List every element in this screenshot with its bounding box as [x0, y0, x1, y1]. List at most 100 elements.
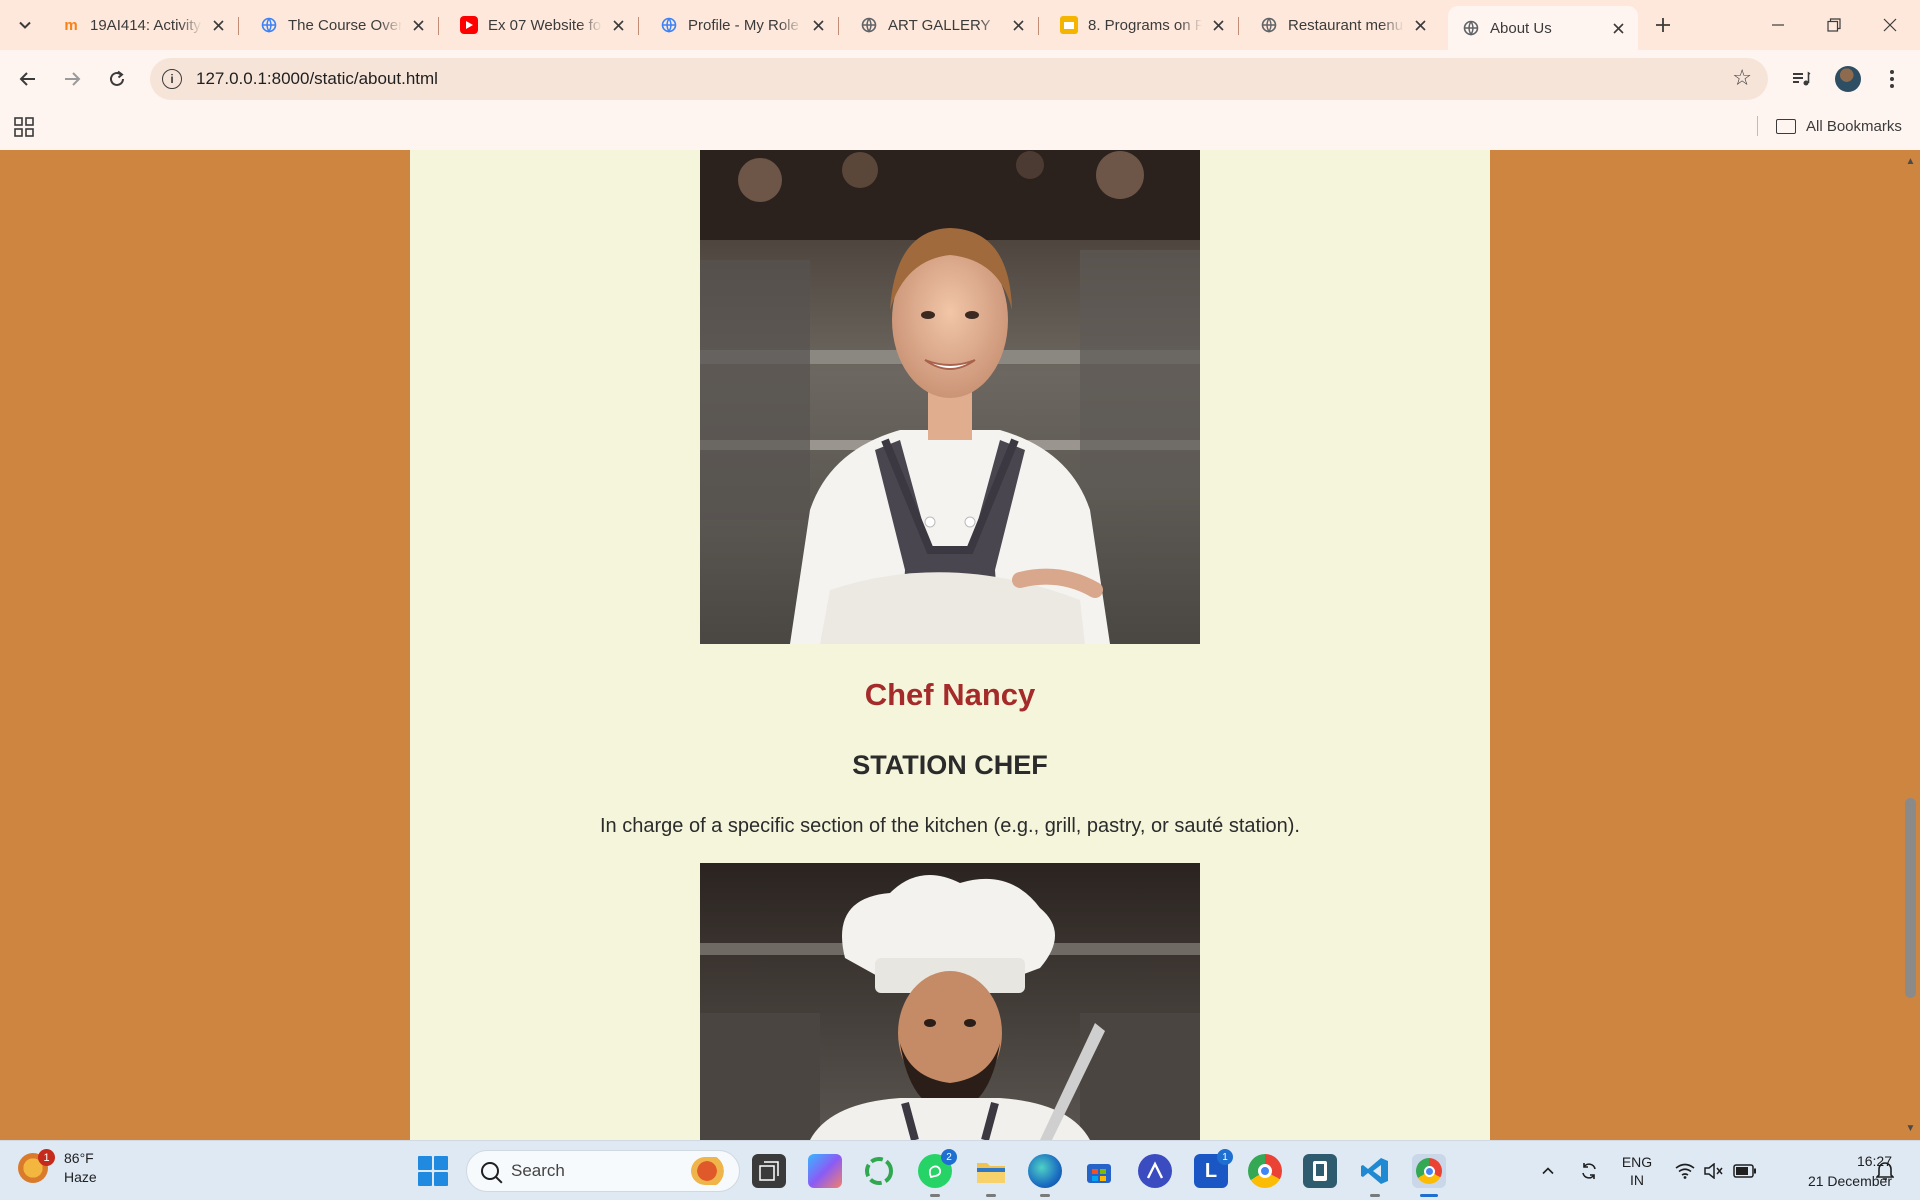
search-highlight-icon [691, 1157, 731, 1185]
scroll-up-icon[interactable]: ▲ [1905, 156, 1916, 167]
all-bookmarks-button[interactable]: All Bookmarks [1776, 114, 1902, 138]
profile-button[interactable] [1832, 63, 1864, 95]
whatsapp-badge: 2 [941, 1149, 957, 1165]
site-info-icon[interactable]: i [162, 69, 182, 89]
close-window-button[interactable] [1862, 0, 1918, 50]
running-indicator [1040, 1194, 1050, 1197]
chrome-active-icon[interactable] [1412, 1154, 1446, 1197]
browser-tab[interactable]: About Us [1448, 6, 1638, 50]
arrow-right-icon [65, 72, 81, 86]
back-button[interactable] [12, 63, 44, 95]
chef-nancy-photo [700, 150, 1200, 644]
browser-tab[interactable]: Ex 07 Website fo [446, 6, 639, 44]
browser-tab[interactable]: Profile - My Role [646, 6, 839, 44]
terminal-app-icon[interactable] [1303, 1154, 1337, 1188]
tab-close-icon[interactable] [808, 15, 828, 35]
battery-icon[interactable] [1730, 1141, 1760, 1200]
taskbar-search-label: Search [511, 1161, 565, 1180]
store-icon[interactable] [1082, 1154, 1116, 1188]
chef-role: STATION CHEF [852, 750, 1048, 780]
tab-close-icon[interactable] [1608, 18, 1628, 38]
running-indicator [1370, 1194, 1380, 1197]
chef-description: In charge of a specific section of the k… [600, 815, 1300, 837]
tab-separator [1038, 17, 1039, 35]
search-icon [481, 1162, 499, 1180]
task-view-icon[interactable] [752, 1154, 786, 1188]
restore-icon [1827, 18, 1841, 32]
running-indicator [930, 1194, 940, 1197]
browser-tab[interactable]: 8. Programs on P [1046, 6, 1239, 44]
browser-tab[interactable]: ART GALLERY [846, 6, 1039, 44]
weather-condition: Haze [64, 1169, 97, 1185]
menu-button[interactable] [1876, 63, 1908, 95]
browser-tab[interactable]: Restaurant menu [1246, 6, 1440, 44]
tab-close-icon[interactable] [208, 15, 228, 35]
scrollbar-thumb[interactable] [1905, 798, 1916, 998]
apps-grid-icon[interactable] [14, 117, 34, 142]
tab-title: 19AI414: Activity [90, 16, 201, 34]
tab-strip: m 19AI414: Activity The Course Over Ex 07 W… [0, 0, 1920, 50]
globe-icon [1462, 19, 1480, 37]
reload-icon [110, 70, 124, 86]
chrome-icon[interactable] [1248, 1154, 1282, 1188]
new-tab-button[interactable] [1648, 10, 1678, 40]
playlist-icon [1793, 71, 1811, 86]
tab-close-icon[interactable] [1410, 15, 1430, 35]
volume-muted-icon[interactable] [1700, 1141, 1726, 1200]
tab-close-icon[interactable] [1008, 15, 1028, 35]
edge-icon[interactable] [1028, 1154, 1062, 1197]
tab-close-icon[interactable] [408, 15, 428, 35]
arc-app-icon[interactable] [1138, 1154, 1172, 1188]
url-text[interactable]: 127.0.0.1:8000/static/about.html [196, 69, 438, 89]
taskbar-search[interactable]: Search [466, 1150, 740, 1192]
forward-button[interactable] [56, 63, 88, 95]
about-content-panel: Chef Nancy STATION CHEF In charge of a s… [410, 150, 1490, 1140]
bookmark-star-icon[interactable]: ☆ [1732, 67, 1752, 89]
weather-widget[interactable]: 1 86°F Haze [18, 1149, 97, 1187]
avatar [1835, 66, 1861, 92]
notification-bell-icon[interactable] [1872, 1141, 1898, 1200]
bookmarks-bar [0, 108, 1920, 150]
bookmarks-separator [1757, 116, 1758, 136]
tab-title: About Us [1490, 19, 1552, 37]
media-control-button[interactable] [1785, 63, 1817, 95]
tab-title: The Course Over [288, 16, 402, 34]
tab-search-button[interactable] [12, 12, 38, 38]
page-scrollbar[interactable]: ▲ ▼ [1901, 150, 1920, 1140]
close-icon [1883, 18, 1897, 32]
circle-app-icon[interactable] [862, 1154, 896, 1188]
show-hidden-icons-button[interactable] [1536, 1141, 1560, 1200]
address-bar[interactable]: i 127.0.0.1:8000/static/about.html ☆ [150, 58, 1768, 100]
page-viewport: Chef Nancy STATION CHEF In charge of a s… [0, 150, 1920, 1140]
windows-start-icon[interactable] [418, 1156, 448, 1186]
browser-tab[interactable]: The Course Over [246, 6, 439, 44]
sync-icon[interactable] [1574, 1141, 1604, 1200]
file-explorer-icon[interactable] [974, 1154, 1008, 1197]
whatsapp-icon[interactable]: 2 [918, 1149, 957, 1197]
arrow-left-icon [19, 72, 35, 86]
tab-close-icon[interactable] [1208, 15, 1228, 35]
plus-icon [1656, 18, 1670, 32]
minimize-button[interactable] [1750, 0, 1806, 50]
wifi-icon[interactable] [1672, 1141, 1698, 1200]
youtube-icon [460, 16, 478, 34]
l-app-icon[interactable]: L 1 [1194, 1149, 1233, 1188]
reload-button[interactable] [101, 63, 133, 95]
slides-icon [1060, 16, 1078, 34]
language-indicator[interactable]: ENG IN [1614, 1141, 1660, 1200]
chef-photo-2 [700, 863, 1200, 1140]
weather-sun-icon: 1 [18, 1149, 55, 1183]
tab-separator [1238, 17, 1239, 35]
tab-title: Ex 07 Website fo [488, 16, 602, 34]
vscode-icon[interactable] [1358, 1154, 1392, 1197]
tab-title: Restaurant menu [1288, 16, 1404, 34]
browser-tab[interactable]: m 19AI414: Activity [48, 6, 239, 44]
weather-temp: 86°F [64, 1150, 94, 1166]
scroll-down-icon[interactable]: ▼ [1905, 1123, 1916, 1134]
copilot-icon[interactable] [808, 1154, 842, 1188]
globe-blue-icon [260, 16, 278, 34]
tab-close-icon[interactable] [608, 15, 628, 35]
weather-badge: 1 [38, 1149, 55, 1166]
l-app-badge: 1 [1217, 1149, 1233, 1165]
restore-button[interactable] [1806, 0, 1862, 50]
